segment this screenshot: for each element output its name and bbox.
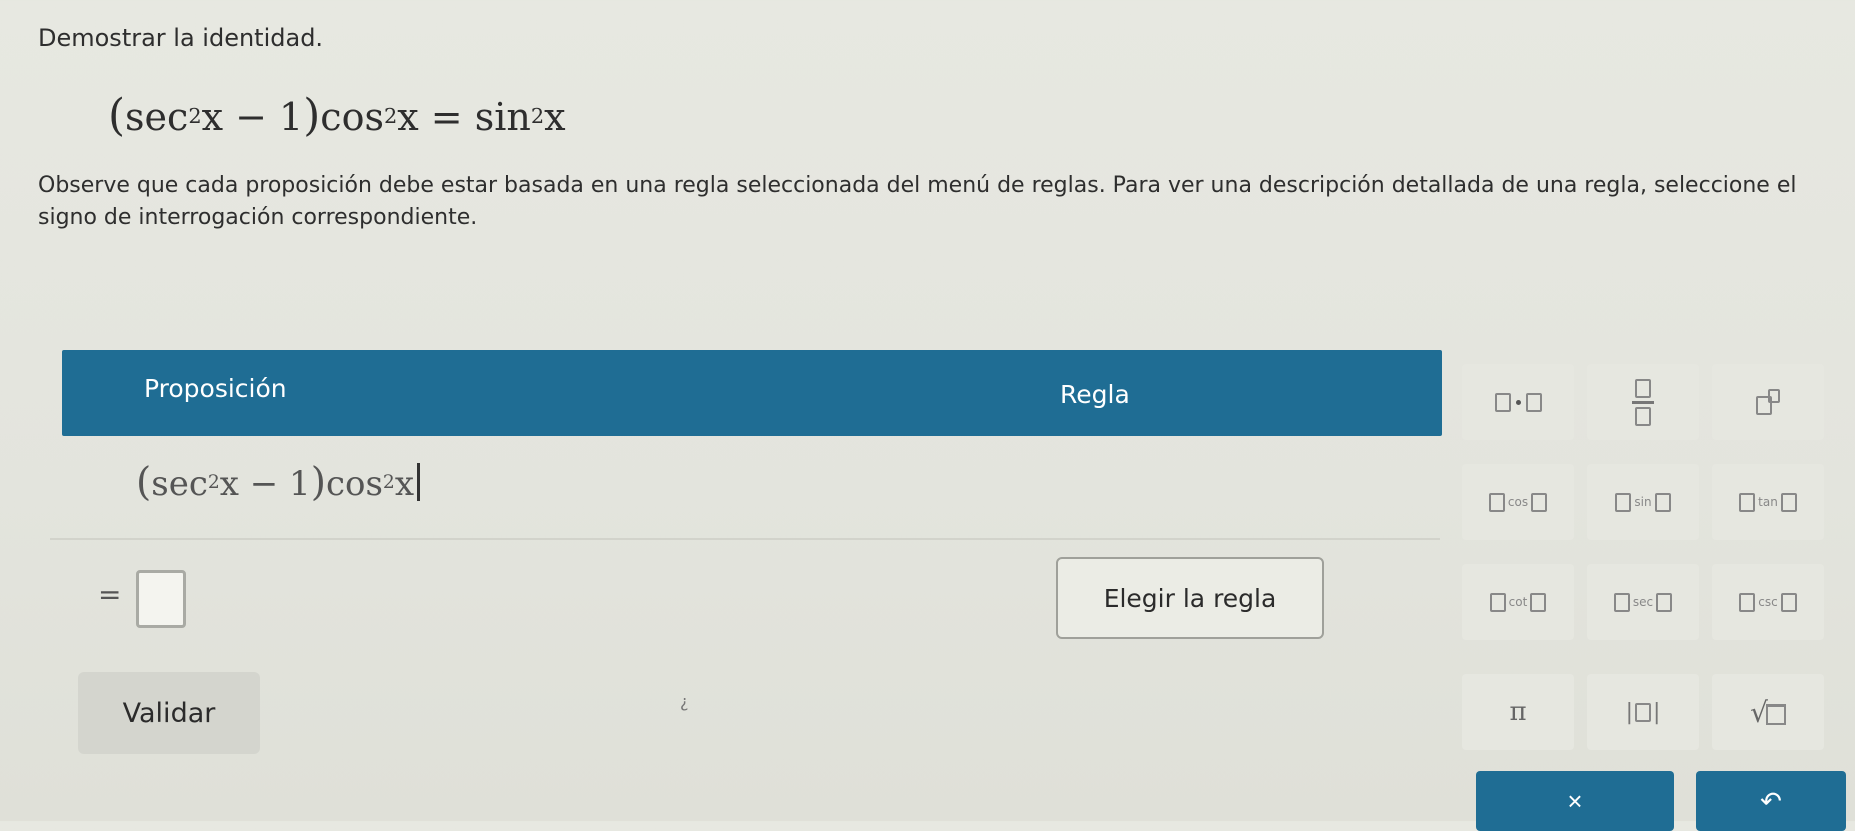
placeholder-box-icon: [1780, 592, 1797, 612]
key-csc[interactable]: csc: [1712, 564, 1824, 640]
choose-rule-button[interactable]: Elegir la regla: [1056, 557, 1324, 639]
clear-button[interactable]: ×: [1476, 771, 1674, 831]
cos-variable: x: [397, 95, 419, 139]
row-cos-variable: x: [394, 464, 414, 504]
row-cos-func: cos: [325, 464, 383, 504]
key-absolute-value[interactable]: | |: [1587, 674, 1699, 750]
row-equals-sign: =: [98, 578, 122, 611]
placeholder-box-icon: [1488, 492, 1505, 512]
placeholder-box-icon: [1654, 492, 1671, 512]
math-keypad: cos sin tan cot sec csc π | | √: [1462, 364, 1832, 764]
cot-label: cot: [1508, 595, 1528, 609]
placeholder-box-icon: [1739, 492, 1756, 512]
placeholder-box-icon: [1525, 392, 1542, 412]
row-minus-one: − 1: [238, 464, 311, 504]
placeholder-box-icon: [1530, 592, 1547, 612]
key-cot[interactable]: cot: [1462, 564, 1574, 640]
placeholder-box-icon: [1531, 492, 1548, 512]
pipe-right-icon: |: [1653, 699, 1661, 725]
row-sec-func: sec: [151, 464, 208, 504]
row-cos-exponent: 2: [382, 472, 395, 494]
validate-button[interactable]: Validar: [78, 672, 260, 754]
answer-input-box[interactable]: [136, 570, 186, 628]
key-tan[interactable]: tan: [1712, 464, 1824, 540]
sec-label: sec: [1632, 595, 1654, 609]
placeholder-box-icon: [1635, 702, 1651, 722]
square-root-icon: √: [1750, 696, 1786, 729]
proposition-expression[interactable]: (sec2x − 1)cos2x: [136, 460, 420, 505]
sin-variable: x: [544, 95, 566, 139]
placeholder-box-icon: [1613, 592, 1630, 612]
sin-func: sin: [474, 95, 531, 139]
key-fraction[interactable]: [1587, 364, 1699, 440]
pi-icon: π: [1509, 697, 1527, 727]
placeholder-box-icon: [1780, 492, 1797, 512]
csc-label: csc: [1758, 595, 1778, 609]
cos-label: cos: [1507, 495, 1529, 509]
key-power[interactable]: [1712, 364, 1824, 440]
tan-label: tan: [1758, 495, 1778, 509]
pipe-left-icon: |: [1625, 699, 1633, 725]
column-rule: Regla: [1060, 380, 1130, 409]
row-sec-variable: x: [219, 464, 239, 504]
key-sec[interactable]: sec: [1587, 564, 1699, 640]
key-cos[interactable]: cos: [1462, 464, 1574, 540]
sin-label: sin: [1634, 495, 1652, 509]
proof-row-1: (sec2x − 1)cos2x: [50, 438, 1440, 540]
page-heading: Demostrar la identidad.: [38, 24, 324, 52]
key-multiply[interactable]: [1462, 364, 1574, 440]
sec-variable: x: [201, 95, 224, 139]
minus-one: − 1: [223, 95, 304, 139]
column-proposition: Proposición: [144, 374, 287, 403]
instruction-note: Observe que cada proposición debe estar …: [38, 173, 1797, 230]
row-sec-exponent: 2: [207, 472, 220, 494]
key-pi[interactable]: π: [1462, 674, 1574, 750]
placeholder-box-icon: [1615, 492, 1632, 512]
key-sin[interactable]: sin: [1587, 464, 1699, 540]
proof-table-header: Proposición Regla: [62, 350, 1442, 436]
help-question-mark[interactable]: ¿: [680, 692, 689, 711]
sec-exponent: 2: [188, 103, 202, 128]
placeholder-box-icon: [1656, 592, 1673, 612]
sec-func: sec: [125, 95, 189, 139]
undo-button[interactable]: ↶: [1696, 771, 1846, 831]
cos-func: cos: [320, 95, 384, 139]
identity-expression: (sec2x − 1)cos2x = sin2x: [108, 90, 566, 141]
placeholder-box-icon: [1739, 592, 1756, 612]
fraction-icon: [1632, 378, 1654, 426]
placeholder-box-icon: [1494, 392, 1511, 412]
placeholder-box-icon: [1489, 592, 1506, 612]
text-cursor: [417, 463, 420, 501]
sin-exponent: 2: [530, 103, 545, 128]
power-icon: [1756, 389, 1780, 415]
equals-sign: =: [418, 95, 475, 139]
key-square-root[interactable]: √: [1712, 674, 1824, 750]
cos-exponent: 2: [383, 103, 398, 128]
dot-icon: [1515, 399, 1521, 405]
